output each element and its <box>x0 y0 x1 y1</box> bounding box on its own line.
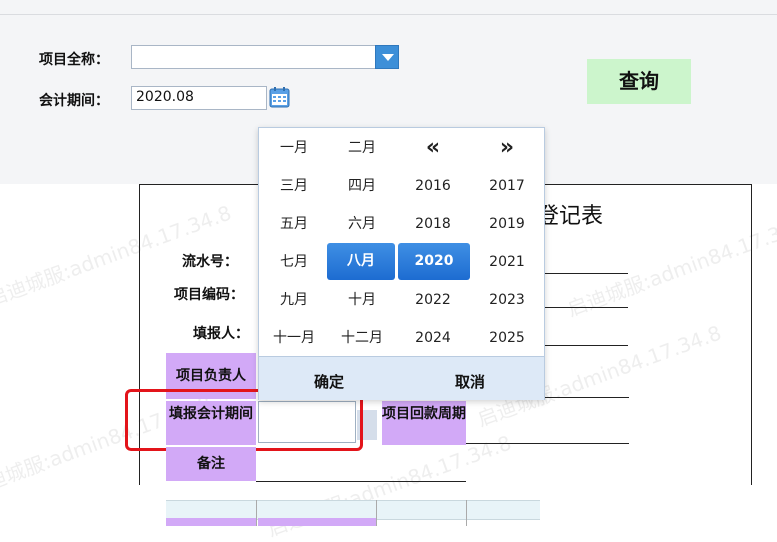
month-feb[interactable]: 二月 <box>329 131 395 165</box>
project-name-dropdown[interactable] <box>131 45 399 69</box>
month-mar[interactable]: 三月 <box>261 169 327 203</box>
month-apr[interactable]: 四月 <box>329 169 395 203</box>
chevron-down-icon <box>382 54 394 61</box>
divider <box>256 500 257 526</box>
remark-label: 备注 <box>166 447 256 481</box>
year-2023[interactable]: 2023 <box>474 283 540 317</box>
month-sep[interactable]: 九月 <box>261 283 327 317</box>
project-manager-field[interactable] <box>545 397 629 398</box>
table-header-row <box>166 500 540 520</box>
query-button[interactable]: 查询 <box>587 59 691 104</box>
divider <box>376 500 377 526</box>
serial-number-label: 流水号： <box>182 254 238 270</box>
picker-footer: 确定 取消 <box>259 356 544 400</box>
year-2021[interactable]: 2021 <box>474 245 540 279</box>
month-may[interactable]: 五月 <box>261 207 327 241</box>
next-years-button[interactable]: » <box>474 131 540 165</box>
reporter-label: 填报人： <box>193 326 249 342</box>
month-picker-popup: 一月 二月 « » 三月 四月 2016 2017 五月 六月 2018 201… <box>258 127 545 400</box>
confirm-button[interactable]: 确定 <box>259 357 399 400</box>
cancel-button[interactable]: 取消 <box>400 357 540 400</box>
month-jan[interactable]: 一月 <box>261 131 327 165</box>
divider <box>0 14 777 15</box>
table-header-cell <box>258 518 376 526</box>
calendar-icon[interactable] <box>268 86 291 110</box>
project-code-label: 项目编码： <box>174 287 244 303</box>
remark-field[interactable] <box>256 481 466 482</box>
month-dec[interactable]: 十二月 <box>329 321 395 355</box>
project-name-label: 项目全称： <box>39 52 109 68</box>
year-2024[interactable]: 2024 <box>400 321 466 355</box>
prev-years-button[interactable]: « <box>400 131 466 165</box>
year-2022[interactable]: 2022 <box>400 283 466 317</box>
year-2016[interactable]: 2016 <box>400 169 466 203</box>
month-jul[interactable]: 七月 <box>261 245 327 279</box>
year-2019[interactable]: 2019 <box>474 207 540 241</box>
month-aug-selected[interactable]: 八月 <box>327 243 395 280</box>
dropdown-button[interactable] <box>375 45 399 69</box>
year-2020-selected[interactable]: 2020 <box>398 243 470 280</box>
year-2025[interactable]: 2025 <box>474 321 540 355</box>
year-2018[interactable]: 2018 <box>400 207 466 241</box>
year-2017[interactable]: 2017 <box>474 169 540 203</box>
month-oct[interactable]: 十月 <box>329 283 395 317</box>
table-header-cell <box>166 518 256 526</box>
month-nov[interactable]: 十一月 <box>261 321 327 355</box>
divider <box>466 500 467 526</box>
payback-period-label: 项目回款周期 <box>382 401 466 445</box>
accounting-period-label: 会计期间： <box>39 93 109 109</box>
accounting-period-input[interactable]: 2020.08 <box>131 86 267 110</box>
form-title: 登记表 <box>537 204 604 229</box>
payback-period-field[interactable] <box>466 443 629 444</box>
month-jun[interactable]: 六月 <box>329 207 395 241</box>
